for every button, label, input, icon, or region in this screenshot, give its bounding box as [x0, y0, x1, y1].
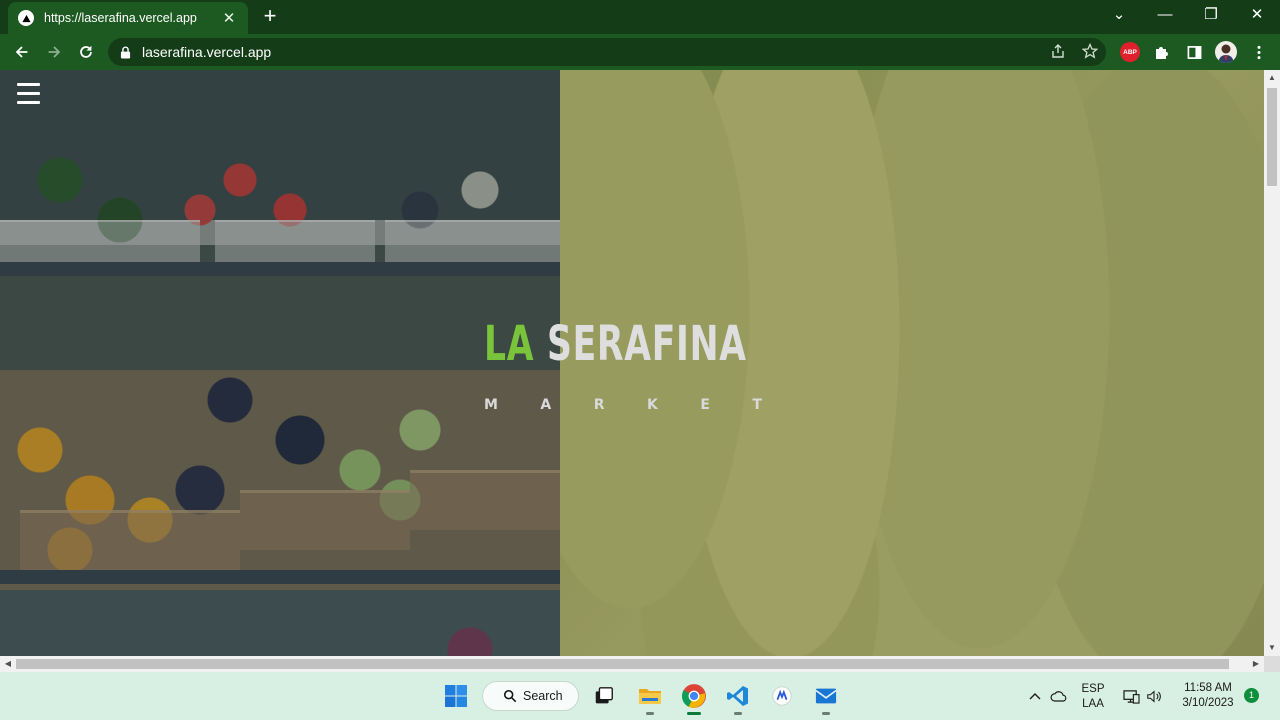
- side-panel-icon[interactable]: [1184, 42, 1204, 62]
- file-explorer-button[interactable]: [634, 680, 666, 715]
- browser-tab[interactable]: https://laserafina.vercel.app ✕: [8, 2, 248, 34]
- scroll-left-arrow-icon[interactable]: ◀: [0, 656, 16, 672]
- windows-taskbar: Search ESP LAA 11:58 AM 3/10/2023 1: [0, 672, 1280, 720]
- notification-badge[interactable]: 1: [1244, 688, 1259, 703]
- forward-arrow-icon: [48, 46, 61, 58]
- chrome-menu-icon[interactable]: [1249, 42, 1269, 62]
- restore-button[interactable]: ❐: [1196, 4, 1226, 26]
- tagline-letter: T: [752, 397, 762, 413]
- brand-highlight-text: LA: [484, 316, 535, 372]
- task-view-button[interactable]: [588, 680, 620, 712]
- minimize-button[interactable]: —: [1150, 4, 1180, 26]
- forward-button[interactable]: [42, 40, 66, 64]
- hamburger-menu-icon[interactable]: [17, 83, 41, 107]
- address-bar[interactable]: laserafina.vercel.app: [108, 38, 1106, 66]
- clock[interactable]: 11:58 AM 3/10/2023: [1172, 681, 1244, 711]
- onedrive-cloud-icon[interactable]: [1050, 688, 1068, 704]
- tagline-letter: K: [647, 397, 658, 413]
- brand-logo-title: LA SERAFINA: [484, 316, 747, 372]
- address-url[interactable]: laserafina.vercel.app: [142, 44, 1106, 60]
- adblock-plus-icon[interactable]: ABP: [1120, 42, 1140, 62]
- keyboard-layout-code: LAA: [1082, 698, 1104, 710]
- reload-button[interactable]: [74, 40, 98, 64]
- app-taskbar-button[interactable]: [766, 680, 798, 712]
- browser-toolbar: laserafina.vercel.app ABP: [0, 34, 1280, 70]
- taskbar-search-label: Search: [523, 689, 563, 703]
- vercel-favicon-icon: [18, 10, 34, 26]
- scroll-down-arrow-icon[interactable]: ▼: [1264, 640, 1280, 656]
- horizontal-scroll-thumb[interactable]: [16, 659, 1229, 669]
- back-button[interactable]: [10, 40, 34, 64]
- language-code: ESP: [1081, 683, 1105, 695]
- vscode-icon: [727, 686, 748, 706]
- profile-avatar[interactable]: [1215, 41, 1237, 63]
- chrome-icon: [682, 684, 706, 708]
- close-window-button[interactable]: ✕: [1242, 4, 1272, 26]
- vertical-scroll-thumb[interactable]: [1267, 88, 1277, 186]
- lock-icon: [118, 45, 132, 59]
- app-icon: [772, 686, 792, 706]
- taskbar-search-button[interactable]: Search: [482, 681, 579, 711]
- folder-icon: [639, 689, 661, 704]
- reload-icon: [80, 45, 92, 58]
- task-view-icon: [595, 687, 613, 704]
- mail-taskbar-button[interactable]: [810, 680, 842, 715]
- vscode-taskbar-button[interactable]: [722, 680, 754, 715]
- new-tab-button[interactable]: +: [258, 5, 282, 28]
- chrome-taskbar-button[interactable]: [678, 680, 710, 715]
- windows-logo-icon: [445, 685, 467, 707]
- search-icon: [503, 689, 517, 703]
- vertical-scrollbar[interactable]: ▲ ▼: [1264, 70, 1280, 656]
- browser-tab-strip: https://laserafina.vercel.app ✕ + ⌄ — ❐ …: [0, 0, 1280, 34]
- horizontal-scrollbar[interactable]: ◀ ▶: [0, 656, 1264, 672]
- clock-time: 11:58 AM: [1184, 682, 1232, 694]
- tab-search-icon[interactable]: ⌄: [1104, 4, 1134, 26]
- extensions-puzzle-icon[interactable]: [1152, 42, 1172, 62]
- clock-date: 3/10/2023: [1182, 697, 1234, 709]
- volume-icon[interactable]: [1145, 688, 1163, 704]
- brand-name-text: SERAFINA: [546, 316, 747, 372]
- tagline-letter: M: [484, 397, 498, 413]
- tagline-letter: A: [540, 397, 552, 413]
- tagline-letter: R: [593, 397, 605, 413]
- tagline-letter: E: [700, 397, 710, 413]
- tab-title: https://laserafina.vercel.app: [44, 11, 197, 25]
- start-button[interactable]: [440, 680, 472, 712]
- share-icon[interactable]: [1048, 41, 1068, 61]
- scroll-right-arrow-icon[interactable]: ▶: [1248, 656, 1264, 672]
- bookmark-star-icon[interactable]: [1080, 41, 1100, 61]
- back-arrow-icon: [15, 46, 28, 58]
- network-icon[interactable]: [1122, 688, 1140, 704]
- input-language-indicator[interactable]: ESP LAA: [1078, 682, 1108, 712]
- page-viewport: LA SERAFINA M A R K E T: [0, 70, 1264, 656]
- scroll-up-arrow-icon[interactable]: ▲: [1264, 70, 1280, 86]
- scrollbar-corner: [1264, 656, 1280, 672]
- brand-tagline: M A R K E T: [484, 397, 762, 413]
- tab-close-icon[interactable]: ✕: [220, 9, 238, 27]
- mail-icon: [815, 688, 837, 704]
- show-hidden-icons-chevron-icon[interactable]: [1026, 688, 1044, 704]
